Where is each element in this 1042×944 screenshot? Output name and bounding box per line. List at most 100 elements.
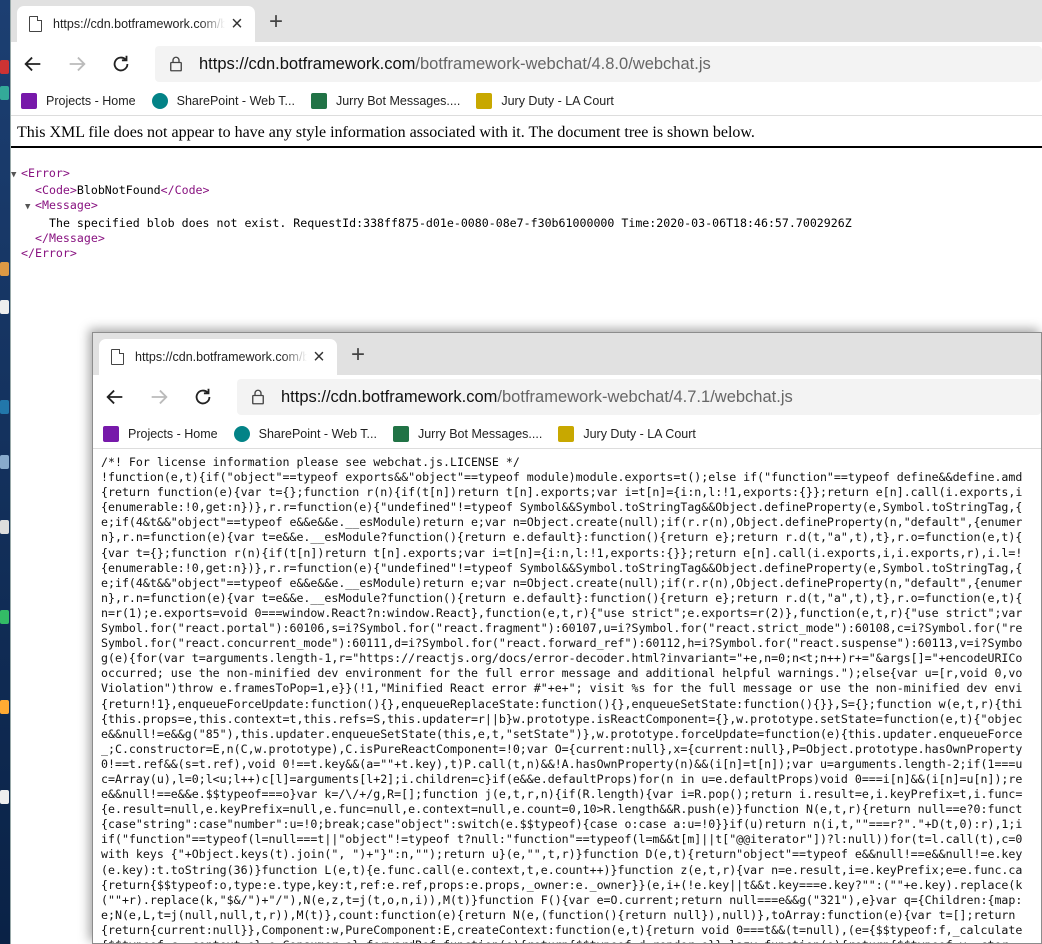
- favorite-label: Jurry Bot Messages....: [335, 93, 461, 108]
- favorite-projects-home[interactable]: Projects - Home: [103, 425, 218, 442]
- error-code-value: BlobNotFound: [76, 183, 161, 198]
- excel-icon: [310, 92, 327, 109]
- code-line: Violation")throw e.framesToPop=1,e}}(!1,…: [101, 681, 1023, 696]
- favorite-jurry-bot[interactable]: Jurry Bot Messages....: [392, 425, 543, 442]
- onenote-icon: [103, 425, 119, 442]
- favorite-label: SharePoint - Web T...: [176, 93, 295, 108]
- error-message-text: The specified blob does not exist. Reque…: [49, 215, 852, 230]
- code-line: {case"string":case"number":u=!0;break;ca…: [101, 817, 1023, 832]
- collapse-triangle-icon[interactable]: ▼: [11, 168, 21, 183]
- address-bar[interactable]: https://cdn.botframework.com/botframewor…: [237, 379, 1041, 415]
- favorite-label: Projects - Home: [46, 93, 136, 108]
- xml-error-close: </Error>: [21, 246, 77, 261]
- browser-tab[interactable]: https://cdn.botframework.com/b ×: [17, 6, 255, 42]
- back-arrow-icon: [24, 56, 41, 72]
- refresh-button[interactable]: [187, 381, 219, 413]
- xml-tree: ▼ <Error> <Code>BlobNotFound</Code> ▼ <Mes…: [11, 148, 1042, 261]
- lock-icon[interactable]: [249, 388, 267, 406]
- code-line: if("function"==typeof(l=null===t||"objec…: [101, 832, 1023, 847]
- code-line: e;N(e,L,t=j(null,null,t,r)),M(t)},count:…: [101, 907, 1016, 922]
- desktop-icon[interactable]: [0, 790, 9, 804]
- desktop-icon[interactable]: [0, 262, 9, 276]
- code-line: e;if(4&t&&"object"==typeof e&&e&&e.__esM…: [101, 515, 1023, 530]
- xml-code-line: <Code>BlobNotFound</Code>: [35, 183, 210, 198]
- code-line: Symbol.for("react.concurrent_mode"):6011…: [101, 636, 1023, 651]
- back-button[interactable]: [99, 381, 131, 413]
- code-line: {return function(e){var t={};function r(…: [101, 485, 1023, 500]
- code-line: {return!1},enqueueForceUpdate:function()…: [101, 696, 1023, 711]
- page-icon: [29, 16, 42, 32]
- javascript-source: /*! For license information please see w…: [93, 449, 1041, 943]
- favorite-label: Jurry Bot Messages....: [417, 426, 543, 441]
- refresh-button[interactable]: [105, 48, 137, 80]
- code-line: {return{current:null}},Component:w,PureC…: [101, 922, 1023, 937]
- browser-tab[interactable]: https://cdn.botframework.com/b ×: [99, 339, 337, 375]
- xml-message-close: </Message>: [35, 230, 105, 245]
- code-line: {var t={};function r(n){if(t[n])return t…: [101, 545, 1023, 560]
- code-line: {enumerable:!0,get:n})},r.r=function(e){…: [101, 500, 1023, 515]
- favorite-jury-duty[interactable]: Jury Duty - LA Court: [558, 425, 696, 442]
- new-tab-button[interactable]: +: [345, 343, 371, 369]
- desktop-icon[interactable]: [0, 400, 9, 414]
- favorite-label: Projects - Home: [128, 426, 218, 441]
- browser-toolbar: https://cdn.botframework.com/botframewor…: [93, 375, 1041, 419]
- code-line: {$$typeof:c,_context:e},e.Consumer=e},fo…: [101, 938, 1041, 943]
- refresh-icon: [113, 55, 129, 72]
- code-line: (""+r).replace(k,"$&/")+"/"),N(e,z,t=j(t…: [101, 892, 1023, 907]
- code-line: _;C.constructor=E,n(C,w.prototype),C.isP…: [101, 741, 1023, 756]
- favorite-label: Jury Duty - LA Court: [583, 426, 696, 441]
- code-line: e;if(4&t&&"object"==typeof e&&e&&e.__esM…: [101, 575, 1023, 590]
- close-tab-icon[interactable]: ×: [309, 347, 329, 367]
- favorite-projects-home[interactable]: Projects - Home: [21, 92, 136, 109]
- browser-window-front: https://cdn.botframework.com/b × + https…: [92, 332, 1042, 944]
- close-tab-icon[interactable]: ×: [227, 14, 247, 34]
- desktop-icon[interactable]: [0, 300, 9, 314]
- favorite-jurry-bot[interactable]: Jurry Bot Messages....: [310, 92, 461, 109]
- code-line: {e.result=null,e.keyPrefix=null,e.func=n…: [101, 802, 1023, 817]
- code-line: n},r.n=function(e){var t=e&&e.__esModule…: [101, 590, 1023, 605]
- courthouse-icon: [476, 92, 493, 109]
- favorites-bar: Projects - Home SharePoint - Web T... Ju…: [93, 419, 1041, 449]
- favorite-sharepoint[interactable]: SharePoint - Web T...: [151, 92, 295, 109]
- favorite-label: Jury Duty - LA Court: [501, 93, 614, 108]
- new-tab-button[interactable]: +: [263, 10, 289, 36]
- tab-title: https://cdn.botframework.com/b: [53, 17, 225, 31]
- code-line: {enumerable:!0,get:n})},r.r=function(e){…: [101, 560, 1023, 575]
- desktop-edge: [0, 0, 10, 944]
- code-line: !function(e,t){if("object"==typeof expor…: [101, 470, 1023, 485]
- code-line: Symbol.for("react.portal"):60106,s=i?Sym…: [101, 621, 1023, 636]
- code-line: e&&null!==e&&e.$$typeof===o}var k=/\/+/g…: [101, 787, 1023, 802]
- tab-strip: https://cdn.botframework.com/b × +: [11, 0, 1042, 42]
- code-line: {return{$$typeof:o,type:e.type,key:t,ref…: [101, 877, 1023, 892]
- favorite-sharepoint[interactable]: SharePoint - Web T...: [233, 425, 377, 442]
- url-path: /botframework-webchat/4.8.0/webchat.js: [415, 54, 711, 73]
- desktop-icon[interactable]: [0, 455, 9, 469]
- desktop-icon[interactable]: [0, 700, 9, 714]
- back-button[interactable]: [17, 48, 49, 80]
- url-path: /botframework-webchat/4.7.1/webchat.js: [497, 387, 793, 406]
- code-line: g(e){for(var t=arguments.length-1,r="htt…: [101, 651, 1023, 666]
- code-line: occurred; use the non-minified dev envir…: [101, 666, 1023, 681]
- desktop-icon[interactable]: [0, 520, 9, 534]
- xml-message-open: ▼ <Message>: [11, 198, 1042, 215]
- tab-title: https://cdn.botframework.com/b: [135, 350, 307, 364]
- desktop-icon[interactable]: [0, 610, 9, 624]
- favorite-jury-duty[interactable]: Jury Duty - LA Court: [476, 92, 614, 109]
- sharepoint-icon: [233, 425, 250, 442]
- desktop-icon[interactable]: [0, 60, 9, 74]
- favorites-bar: Projects - Home SharePoint - Web T... Ju…: [11, 86, 1042, 116]
- desktop-icon[interactable]: [0, 86, 9, 100]
- lock-icon[interactable]: [167, 55, 185, 73]
- collapse-triangle-icon[interactable]: ▼: [25, 200, 35, 215]
- tab-strip: https://cdn.botframework.com/b × +: [93, 333, 1041, 375]
- url-host: https://cdn.botframework.com: [199, 54, 416, 73]
- sharepoint-icon: [151, 92, 168, 109]
- forward-button[interactable]: [143, 381, 175, 413]
- code-line: 0!==t.ref&&(s=t.ref),void 0!==t.key&&(a=…: [101, 756, 1023, 771]
- code-line: /*! For license information please see w…: [101, 455, 520, 469]
- address-bar[interactable]: https://cdn.botframework.com/botframewor…: [155, 46, 1042, 82]
- code-line: e&&null!=e&&g("85"),this.updater.enqueue…: [101, 726, 1023, 741]
- forward-button[interactable]: [61, 48, 93, 80]
- favorite-label: SharePoint - Web T...: [258, 426, 377, 441]
- forward-arrow-icon: [151, 389, 168, 405]
